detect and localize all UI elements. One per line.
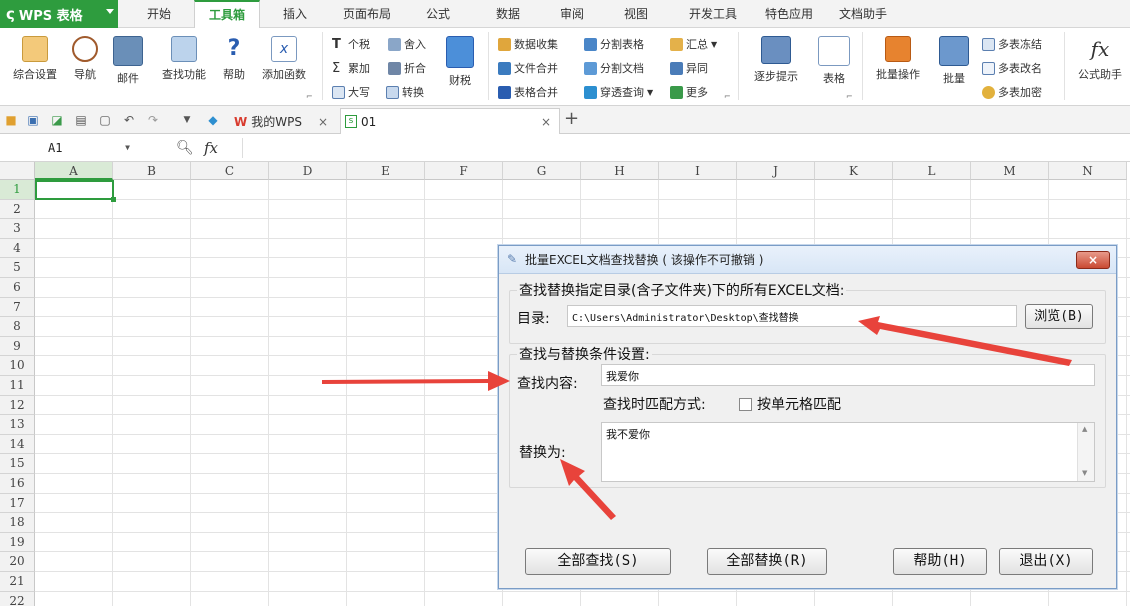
arrows-svg <box>322 316 1072 520</box>
arrow-to-dir-input <box>858 316 1072 366</box>
wps-window: ς WPS 表格 开始 工具箱 插入 页面布局 公式 数据 审阅 视图 开发工具… <box>0 0 1130 606</box>
arrow-to-replace-label <box>560 459 616 520</box>
arrow-to-find-label <box>322 371 510 391</box>
